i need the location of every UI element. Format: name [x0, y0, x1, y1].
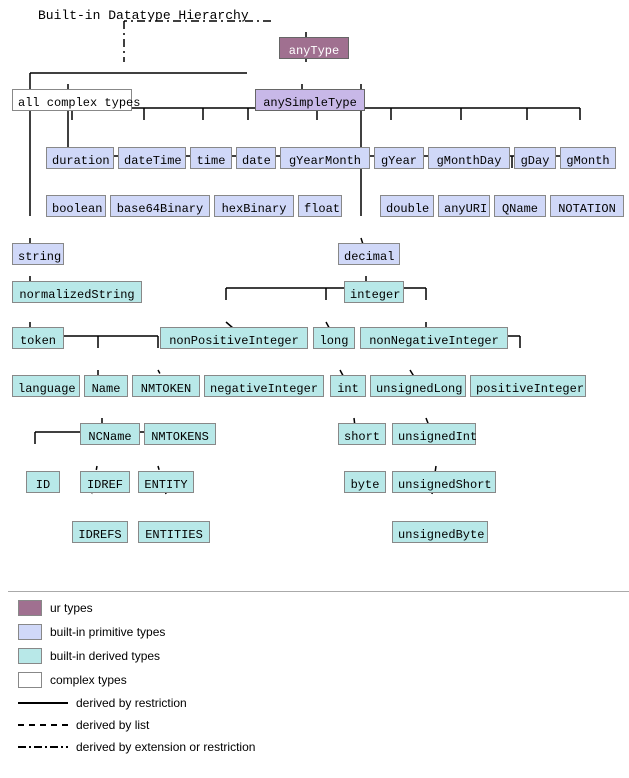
- node-ENTITY: ENTITY: [138, 471, 194, 493]
- node-positiveInteger: positiveInteger: [470, 375, 586, 397]
- node-short: short: [338, 423, 386, 445]
- legend-line-dash-dot: [18, 742, 68, 752]
- node-language: language: [12, 375, 80, 397]
- node-NMTOKENS: NMTOKENS: [144, 423, 216, 445]
- node-negativeInteger: negativeInteger: [204, 375, 324, 397]
- node-string: string: [12, 243, 64, 265]
- legend-list: derived by list: [18, 718, 338, 732]
- node-IDREF: IDREF: [80, 471, 130, 493]
- node-int: int: [330, 375, 366, 397]
- node-date: date: [236, 147, 276, 169]
- node-NMTOKEN: NMTOKEN: [132, 375, 200, 397]
- legend-label-extension: derived by extension or restriction: [76, 740, 255, 754]
- node-time: time: [190, 147, 232, 169]
- node-gYear: gYear: [374, 147, 424, 169]
- node-integer: integer: [344, 281, 404, 303]
- legend-label-restriction: derived by restriction: [76, 696, 187, 710]
- legend: ur types built-in primitive types built-…: [8, 591, 629, 770]
- node-normalizedString: normalizedString: [12, 281, 142, 303]
- node-ENTITIES: ENTITIES: [138, 521, 210, 543]
- node-allComplexTypes: all complex types: [12, 89, 132, 111]
- legend-label-primitive: built-in primitive types: [50, 625, 165, 639]
- legend-derived: built-in derived types: [18, 648, 308, 664]
- node-anySimpleType: anySimpleType: [255, 89, 365, 111]
- legend-complex: complex types: [18, 672, 308, 688]
- legend-left: ur types built-in primitive types built-…: [18, 600, 308, 696]
- node-ID: ID: [26, 471, 60, 493]
- legend-extension: derived by extension or restriction: [18, 740, 338, 754]
- legend-line-dashed: [18, 724, 68, 726]
- legend-restriction: derived by restriction: [18, 696, 338, 710]
- node-boolean: boolean: [46, 195, 106, 217]
- node-anyType: anyType: [279, 37, 349, 59]
- legend-right: derived by restriction derived by list d…: [18, 696, 338, 762]
- node-gDay: gDay: [514, 147, 556, 169]
- node-unsignedLong: unsignedLong: [370, 375, 466, 397]
- node-nonNegativeInteger: nonNegativeInteger: [360, 327, 508, 349]
- node-nonPositiveInteger: nonPositiveInteger: [160, 327, 308, 349]
- diagram-container: Built-in Datatype Hierarchy: [0, 0, 629, 778]
- node-NOTATION: NOTATION: [550, 195, 624, 217]
- legend-label-complex: complex types: [50, 673, 127, 687]
- node-duration: duration: [46, 147, 114, 169]
- node-hexBinary: hexBinary: [214, 195, 294, 217]
- legend-label-list: derived by list: [76, 718, 149, 732]
- legend-box-ur: [18, 600, 42, 616]
- node-unsignedInt: unsignedInt: [392, 423, 476, 445]
- nodes-layer: anyType anySimpleType all complex types dur…: [8, 27, 621, 587]
- node-double: double: [380, 195, 434, 217]
- node-NCName: NCName: [80, 423, 140, 445]
- node-IDREFS: IDREFS: [72, 521, 128, 543]
- node-long: long: [313, 327, 355, 349]
- legend-label-derived: built-in derived types: [50, 649, 160, 663]
- node-base64Binary: base64Binary: [110, 195, 210, 217]
- legend-line-solid: [18, 702, 68, 704]
- node-unsignedByte: unsignedByte: [392, 521, 488, 543]
- node-gYearMonth: gYearMonth: [280, 147, 370, 169]
- node-gMonth: gMonth: [560, 147, 616, 169]
- node-Name: Name: [84, 375, 128, 397]
- node-gMonthDay: gMonthDay: [428, 147, 510, 169]
- legend-primitive: built-in primitive types: [18, 624, 308, 640]
- node-QName: QName: [494, 195, 546, 217]
- node-float: float: [298, 195, 342, 217]
- node-anyURI: anyURI: [438, 195, 490, 217]
- legend-ur-types: ur types: [18, 600, 308, 616]
- diagram-title: Built-in Datatype Hierarchy: [38, 8, 621, 23]
- node-unsignedShort: unsignedShort: [392, 471, 496, 493]
- node-byte: byte: [344, 471, 386, 493]
- legend-box-primitive: [18, 624, 42, 640]
- node-token: token: [12, 327, 64, 349]
- node-decimal: decimal: [338, 243, 400, 265]
- legend-label-ur: ur types: [50, 601, 93, 615]
- legend-box-derived: [18, 648, 42, 664]
- node-dateTime: dateTime: [118, 147, 186, 169]
- legend-box-complex: [18, 672, 42, 688]
